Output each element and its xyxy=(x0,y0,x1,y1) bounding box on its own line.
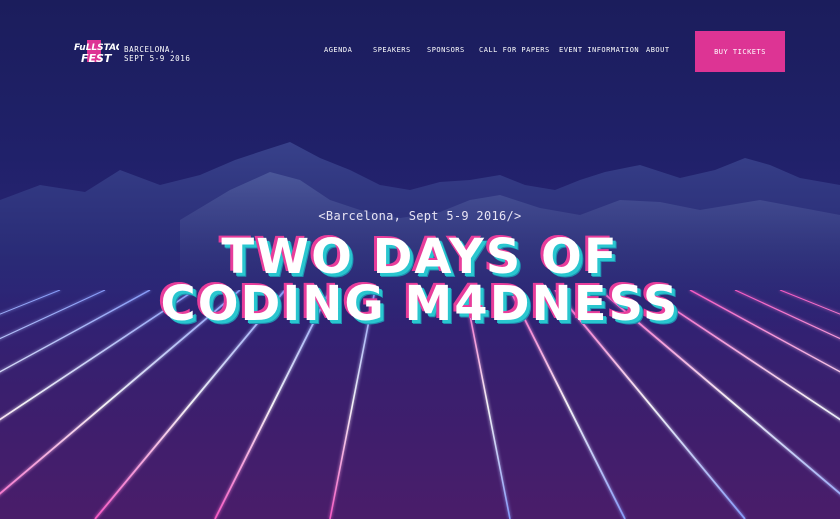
hero-headline-line2: CODING M4DNESS xyxy=(160,276,680,332)
site-header: FuLLSTACK FEST BARCELONA, SEPT 5-9 2016 … xyxy=(0,0,840,100)
nav-item-speakers[interactable]: SPEAKERS xyxy=(373,46,411,54)
hero-subtitle: <Barcelona, Sept 5-9 2016/> xyxy=(318,209,522,223)
nav-item-about[interactable]: ABOUT xyxy=(646,46,670,54)
nav-item-agenda[interactable]: AGENDA xyxy=(324,46,352,54)
hero-headline-line1: TWO DAYS OF xyxy=(221,229,619,285)
nav-item-event-information[interactable]: EVENT INFORMATION xyxy=(559,46,639,54)
nav-item-call-for-papers[interactable]: CALL FOR PAPERS xyxy=(479,46,550,54)
nav-item-sponsors[interactable]: SPONSORS xyxy=(427,46,465,54)
buy-tickets-button[interactable]: BUY TICKETS xyxy=(695,31,785,72)
